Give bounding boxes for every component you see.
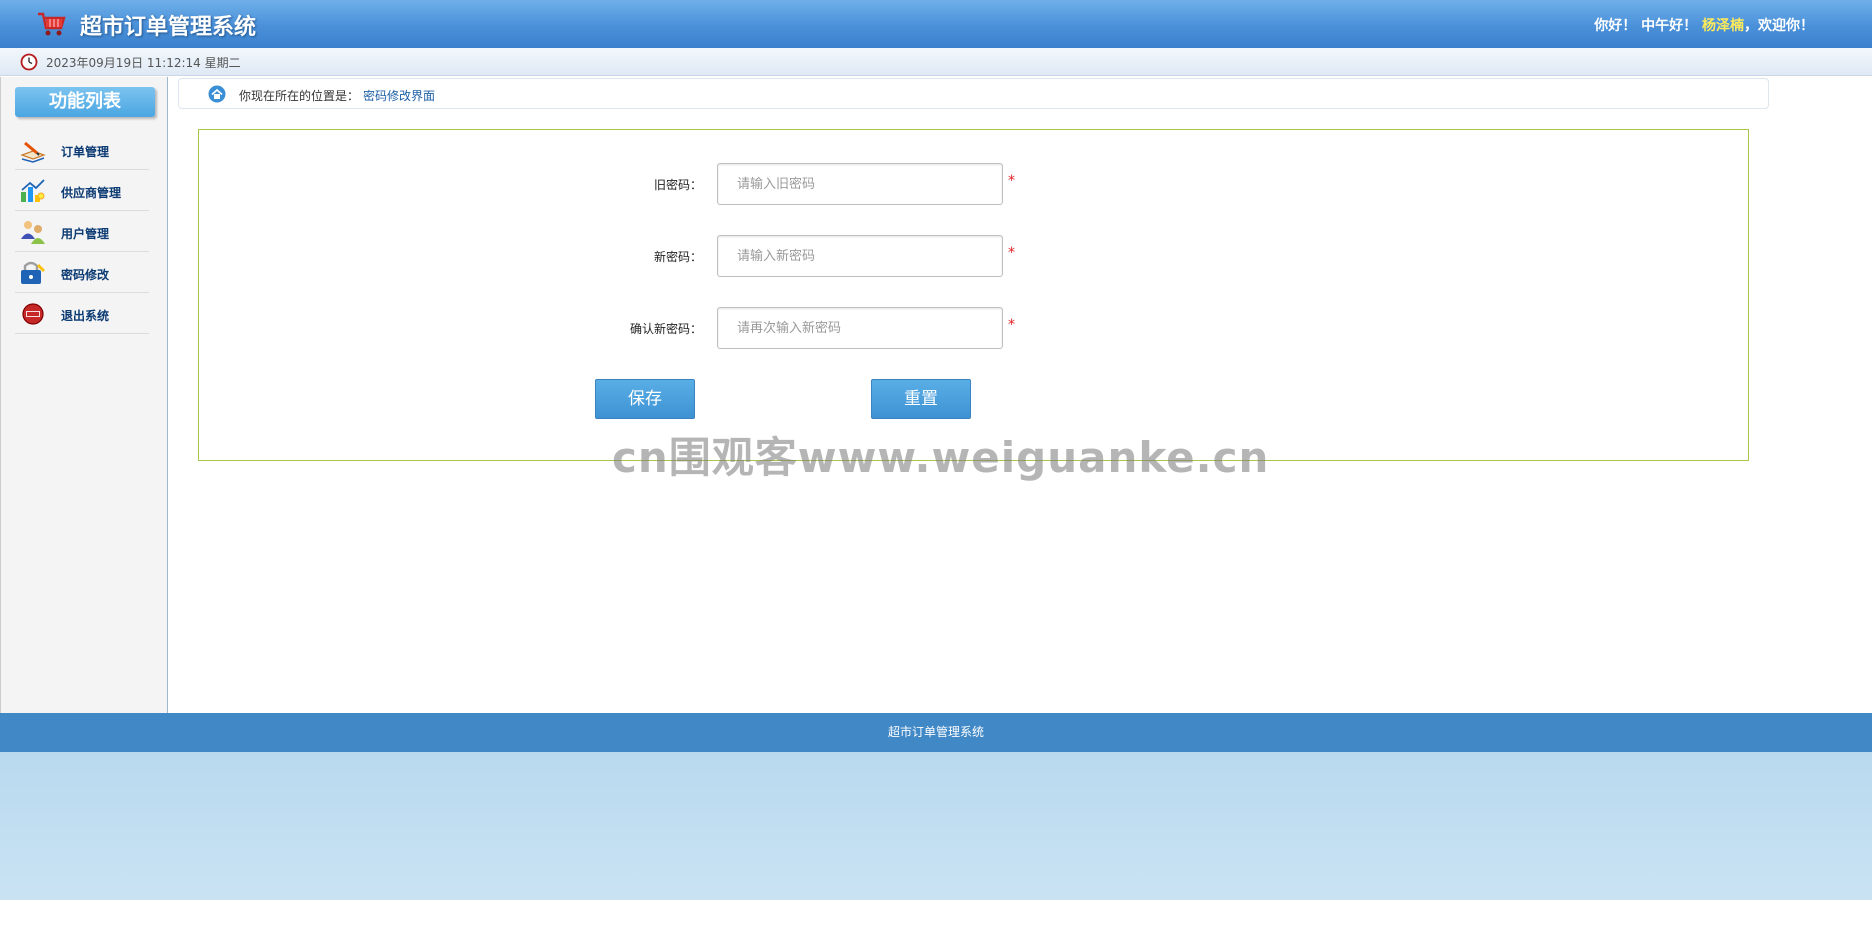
footer-background <box>0 752 1872 900</box>
password-form-panel: 旧密码： * 新密码： * 确认新密码： * 保存 重置 <box>198 129 1749 461</box>
new-password-input[interactable] <box>717 235 1003 277</box>
time-bar: 2023年09月19日 11:12:14 星期二 <box>0 48 1872 76</box>
old-password-input[interactable] <box>717 163 1003 205</box>
footer: 超市订单管理系统 <box>0 713 1872 752</box>
confirm-password-label: 确认新密码： <box>629 322 702 336</box>
sidebar-item-password[interactable]: 密码修改 <box>15 252 149 293</box>
username: 杨泽楠 <box>1702 18 1744 34</box>
sidebar-item-users[interactable]: 用户管理 <box>15 211 149 252</box>
sidebar-item-label: 供应商管理 <box>61 186 122 200</box>
user-greeting: 你好！ 中午好！ 杨泽楠，欢迎你！ <box>1594 15 1814 35</box>
breadcrumb: 你现在所在的位置是： 密码修改界面 <box>178 78 1769 109</box>
reset-button[interactable]: 重置 <box>871 379 971 419</box>
exit-icon <box>22 303 44 325</box>
app-root: 超市订单管理系统 你好！ 中午好！ 杨泽楠，欢迎你！ 2023年09月19日 1… <box>0 0 1872 932</box>
shopping-cart-icon <box>38 12 66 36</box>
app-title: 超市订单管理系统 <box>80 15 257 40</box>
confirm-password-row: 确认新密码： * <box>199 307 1750 349</box>
top-header: 超市订单管理系统 你好！ 中午好！ 杨泽楠，欢迎你！ <box>0 0 1872 48</box>
home-icon <box>208 85 226 103</box>
location-label: 你现在所在的位置是： <box>239 89 360 103</box>
required-mark: * <box>1008 173 1015 189</box>
sidebar-item-orders[interactable]: 订单管理 <box>15 129 149 170</box>
sidebar: 功能列表 订单管理 供应商管理 用户管理 密码修改 退出系统 <box>0 77 168 713</box>
sidebar-title: 功能列表 <box>15 87 155 117</box>
current-datetime: 2023年09月19日 11:12:14 星期二 <box>46 56 241 70</box>
sidebar-item-logout[interactable]: 退出系统 <box>15 293 149 334</box>
location-current: 密码修改界面 <box>363 89 436 103</box>
sidebar-item-suppliers[interactable]: 供应商管理 <box>15 170 149 211</box>
order-book-icon <box>20 141 46 163</box>
lock-icon <box>21 261 45 284</box>
save-button[interactable]: 保存 <box>595 379 695 419</box>
sidebar-item-label: 用户管理 <box>61 227 110 241</box>
sidebar-menu: 订单管理 供应商管理 用户管理 密码修改 退出系统 <box>15 129 149 334</box>
clock-icon <box>20 53 38 71</box>
greeting-prefix: 你好！ 中午好！ <box>1594 18 1702 34</box>
users-icon <box>21 221 45 244</box>
new-password-row: 新密码： * <box>199 235 1750 277</box>
sidebar-item-label: 退出系统 <box>61 309 110 323</box>
sidebar-item-label: 订单管理 <box>61 145 110 159</box>
old-password-label: 旧密码： <box>653 178 702 192</box>
required-mark: * <box>1008 245 1015 261</box>
new-password-label: 新密码： <box>653 250 702 264</box>
old-password-row: 旧密码： * <box>199 163 1750 205</box>
greeting-suffix: ，欢迎你！ <box>1744 18 1814 34</box>
required-mark: * <box>1008 317 1015 333</box>
supplier-chart-icon <box>21 179 45 202</box>
sidebar-item-label: 密码修改 <box>61 268 110 282</box>
confirm-password-input[interactable] <box>717 307 1003 349</box>
watermark: cn围观客www.weiguanke.cn <box>612 433 1270 482</box>
